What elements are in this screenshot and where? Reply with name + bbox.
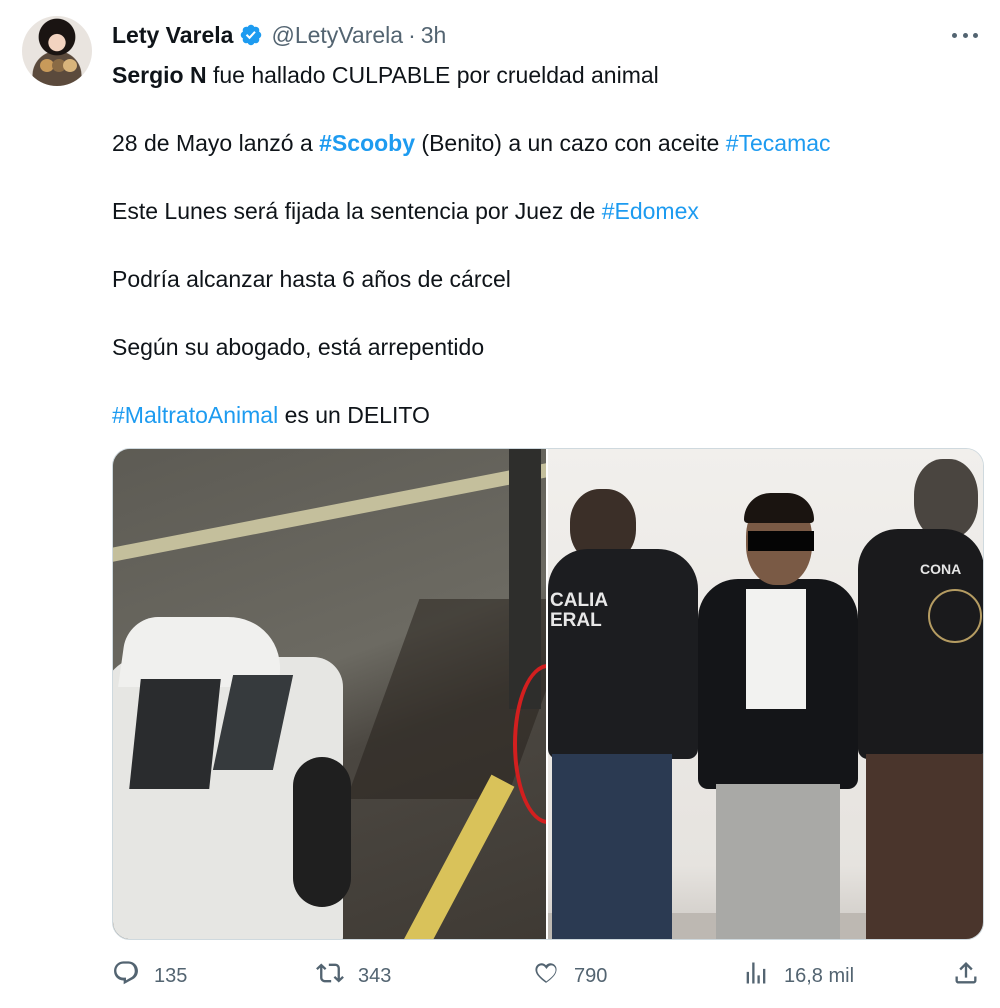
- more-icon[interactable]: [952, 23, 978, 47]
- jacket-text: CALIA ERAL: [550, 590, 609, 631]
- views-count: 16,8 mil: [784, 964, 855, 987]
- tweet-text-segment: Este Lunes será fijada la sentencia por …: [112, 198, 602, 224]
- reply-icon: [112, 959, 140, 993]
- share-icon: [952, 959, 980, 993]
- media-image-street[interactable]: [113, 449, 546, 939]
- tweet-header: Lety Varela @LetyVarela · 3h: [112, 20, 446, 50]
- separator-dot: ·: [408, 21, 416, 48]
- hashtag-link[interactable]: #MaltratoAnimal: [112, 402, 278, 428]
- repost-count: 343: [358, 964, 392, 987]
- bold-name: Sergio N: [112, 62, 207, 88]
- repost-button[interactable]: 343: [316, 958, 391, 994]
- like-icon: [532, 959, 560, 993]
- avatar-puppy-icon: [63, 59, 77, 72]
- tweet-line: Este Lunes será fijada la sentencia por …: [112, 194, 972, 228]
- jacket-text: CONA: [920, 561, 962, 577]
- author-avatar[interactable]: [22, 16, 92, 86]
- tweet-text: Sergio N fue hallado CULPABLE por crueld…: [112, 58, 972, 432]
- tweet-line: Según su abogado, está arrepentido: [112, 334, 485, 360]
- tweet-media: CALIA ERAL CONA: [112, 448, 984, 940]
- tweet-line: #MaltratoAnimal es un DELITO: [112, 398, 972, 432]
- officer-right: CONA: [858, 459, 983, 939]
- reply-count: 135: [154, 964, 188, 987]
- tweet-line: Sergio N fue hallado CULPABLE por crueld…: [112, 58, 972, 92]
- hashtag-link[interactable]: #Edomex: [602, 198, 699, 224]
- views-button[interactable]: 16,8 mil: [742, 958, 854, 994]
- censor-bar: [748, 531, 814, 551]
- tweet-text-segment: es un DELITO: [278, 402, 430, 428]
- officer-left: CALIA ERAL: [548, 479, 698, 939]
- tweet-timestamp[interactable]: 3h: [421, 22, 447, 49]
- share-button[interactable]: [952, 958, 980, 994]
- hashtag-link[interactable]: #Scooby: [319, 130, 415, 156]
- tweet-text-segment: (Benito) a un cazo con aceite: [415, 130, 726, 156]
- media-image-arrest[interactable]: CALIA ERAL CONA: [548, 449, 983, 939]
- reply-button[interactable]: 135: [112, 958, 187, 994]
- author-name[interactable]: Lety Varela: [112, 22, 233, 49]
- author-handle[interactable]: @LetyVarela: [271, 22, 403, 49]
- tweet-line: 28 de Mayo lanzó a #Scooby (Benito) a un…: [112, 126, 972, 160]
- hashtag-link[interactable]: #Tecamac: [726, 130, 831, 156]
- tweet-line: Podría alcanzar hasta 6 años de cárcel: [112, 266, 511, 292]
- tweet-text-segment: 28 de Mayo lanzó a: [112, 130, 320, 156]
- seal-icon: [928, 589, 982, 643]
- like-count: 790: [574, 964, 608, 987]
- views-icon: [742, 959, 770, 993]
- tweet-actions: 135 343 790 16,8 mil: [112, 958, 984, 994]
- white-car: [113, 617, 353, 939]
- verified-badge-icon[interactable]: [239, 23, 263, 47]
- repost-icon: [316, 959, 344, 993]
- like-button[interactable]: 790: [532, 958, 607, 994]
- tweet-text-segment: fue hallado CULPABLE por crueldad animal: [206, 62, 659, 88]
- detained-man: [698, 489, 858, 939]
